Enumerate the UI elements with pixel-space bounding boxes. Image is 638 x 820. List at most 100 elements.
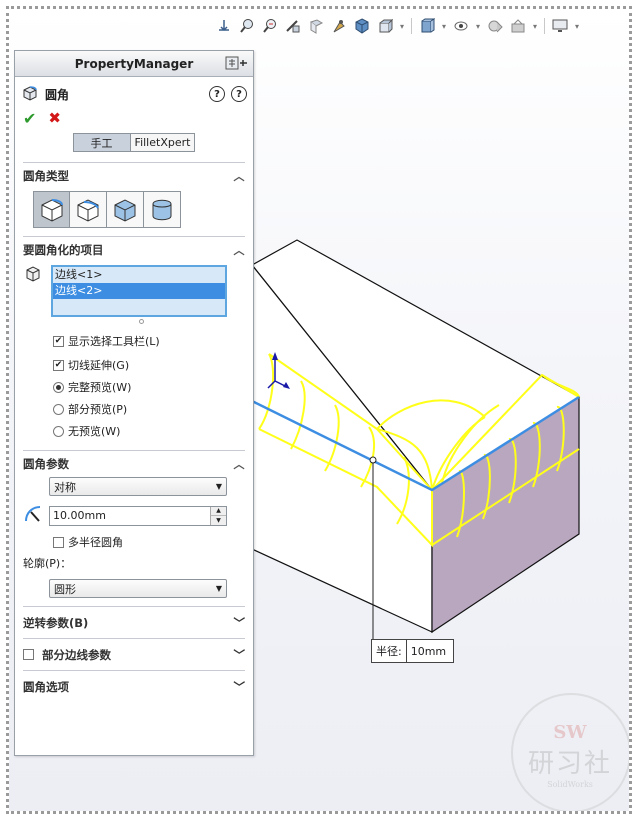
help-icon[interactable]: ? [231,86,247,102]
full-round-fillet-icon[interactable] [144,191,181,228]
fillet-options-section: 圆角选项 ﹀ [23,670,245,702]
view-orientation-icon[interactable] [375,16,395,36]
profile-select[interactable]: 圆形 ▼ [49,579,227,598]
radius-value: 10.00mm [53,509,106,522]
chevron-up-icon[interactable]: ︿ [233,242,245,258]
property-manager-title: PropertyManager [74,56,194,71]
full-preview-option[interactable]: 完整预览(W) [23,376,245,398]
chevron-down-icon[interactable]: ﹀ [234,647,246,663]
edge-selection-row: 边线<1> 边线<2> [23,265,245,317]
fillet-params-title: 圆角参数 [23,457,69,471]
fillet-options-header[interactable]: 圆角选项 ﹀ [23,671,245,702]
zoom-to-fit-icon[interactable] [214,16,234,36]
heads-up-toolbar: ▾ ▾ ▾ ▾ ▾ [214,15,581,37]
chevron-down-icon[interactable]: ﹀ [234,615,246,631]
fillet-method-select[interactable]: 对称 ▼ [49,477,227,496]
show-selection-toolbar-option[interactable]: ✔ 显示选择工具栏(L) [23,330,245,352]
profile-label-row: 轮廓(P)： [23,553,245,573]
radius-icon [23,504,45,527]
partial-edge-checkbox[interactable] [23,649,34,660]
list-item[interactable]: 边线<2> [53,283,225,299]
fillet-type-header[interactable]: 圆角类型 ︿ [23,163,245,189]
dynamic-annotation-icon[interactable] [329,16,349,36]
setback-section: 逆转参数(B) ﹀ [23,606,245,638]
full-preview-label: 完整预览(W) [68,381,132,394]
dropdown-arrow-icon[interactable]: ▾ [474,22,482,31]
display-style-icon[interactable] [352,16,372,36]
view-settings-icon[interactable] [508,16,528,36]
variable-radius-fillet-icon[interactable] [70,191,107,228]
zoom-area-icon[interactable] [237,16,257,36]
partial-edge-header[interactable]: 部分边线参数 ﹀ [23,639,245,670]
previous-view-icon[interactable] [260,16,280,36]
fillet-params-header[interactable]: 圆角参数 ︿ [23,451,245,477]
setback-title: 逆转参数(B) [23,615,89,630]
confirm-row: ✔ ✖ [15,107,253,129]
list-item[interactable]: 边线<1> [53,267,225,283]
face-fillet-icon[interactable] [107,191,144,228]
partial-edge-title: 部分边线参数 [42,647,111,662]
edge-list[interactable]: 边线<1> 边线<2> [51,265,227,317]
multi-radius-option[interactable]: 多半径圆角 [23,531,245,553]
chevron-up-icon[interactable]: ︿ [233,456,245,472]
property-manager-panel: PropertyManager 圆角 ? ? ✔ ✖ 手工 FilletXper… [14,50,254,756]
watermark-circle [511,693,629,811]
partial-preview-radio[interactable] [53,403,64,415]
monitor-icon[interactable] [550,16,570,36]
ok-check-icon[interactable]: ✔ [23,109,36,128]
dropdown-arrow-icon[interactable]: ▾ [531,22,539,31]
partial-preview-option[interactable]: 部分预览(P) [23,398,245,420]
dropdown-arrow-icon: ▼ [215,584,222,593]
graphics-area[interactable]: 半径: 10mm ▾ ▾ ▾ ▾ ▾ PropertyManager 圆角 ? … [9,9,629,811]
tangent-propagation-label: 切线延伸(G) [68,359,130,372]
items-to-fillet-title: 要圆角化的项目 [23,243,104,257]
whats-wrong-icon[interactable]: ? [209,86,225,102]
tab-filletxpert[interactable]: FilletXpert [130,133,196,152]
radius-callout[interactable]: 半径: 10mm [371,639,454,663]
dropdown-arrow-icon[interactable]: ▾ [398,22,406,31]
radius-callout-value[interactable]: 10mm [407,645,453,658]
show-selection-toolbar-checkbox[interactable]: ✔ [53,335,64,347]
radius-callout-label: 半径: [372,640,407,662]
pin-icon[interactable] [225,56,249,70]
no-preview-option[interactable]: 无预览(W) [23,420,245,442]
section-view-icon[interactable] [283,16,303,36]
radius-input[interactable]: 10.00mm ▲ ▼ [49,505,227,526]
partial-edge-section: 部分边线参数 ﹀ [23,638,245,670]
tangent-propagation-checkbox[interactable]: ✔ [53,359,64,371]
items-to-fillet-header[interactable]: 要圆角化的项目 ︿ [23,237,245,263]
items-to-fillet-section: 要圆角化的项目 ︿ 边线<1> 边线<2> ✔ 显示选择工具栏(L) ✔ 切线延… [23,236,245,442]
fillet-type-title: 圆角类型 [23,169,69,183]
tab-manual[interactable]: 手工 [72,133,131,152]
no-preview-label: 无预览(W) [68,425,121,438]
partial-preview-label: 部分预览(P) [68,403,128,416]
fillet-type-options [33,191,245,228]
list-resize-handle[interactable] [139,319,144,324]
property-manager-header: PropertyManager [15,51,253,77]
tangent-propagation-option[interactable]: ✔ 切线延伸(G) [23,354,245,376]
no-preview-radio[interactable] [53,425,64,437]
dropdown-arrow-icon[interactable]: ▾ [573,22,581,31]
profile-label: 轮廓(P)： [23,557,72,570]
fillet-method-value: 对称 [54,480,76,494]
multi-radius-checkbox[interactable] [53,536,64,548]
apply-scene-icon[interactable] [485,16,505,36]
edit-appearance-icon[interactable] [451,16,471,36]
fillet-options-title: 圆角选项 [23,679,69,694]
profile-value: 圆形 [54,582,76,596]
chevron-up-icon[interactable]: ︿ [233,168,245,184]
edge-selection-icon [25,265,41,317]
radius-spinner[interactable]: ▲ ▼ [210,506,226,525]
multi-radius-label: 多半径圆角 [68,536,123,549]
setback-header[interactable]: 逆转参数(B) ﹀ [23,607,245,638]
mode-tabs: 手工 FilletXpert [15,133,253,152]
constant-radius-fillet-icon[interactable] [33,191,70,228]
show-selection-toolbar-label: 显示选择工具栏(L) [68,335,160,348]
hide-show-items-icon[interactable] [417,16,437,36]
full-preview-radio[interactable] [53,381,64,393]
cancel-x-icon[interactable]: ✖ [48,109,61,127]
leader-anchor[interactable] [369,456,377,464]
dropdown-arrow-icon[interactable]: ▾ [440,22,448,31]
view-section-plane-icon[interactable] [306,16,326,36]
chevron-down-icon[interactable]: ﹀ [234,679,246,695]
